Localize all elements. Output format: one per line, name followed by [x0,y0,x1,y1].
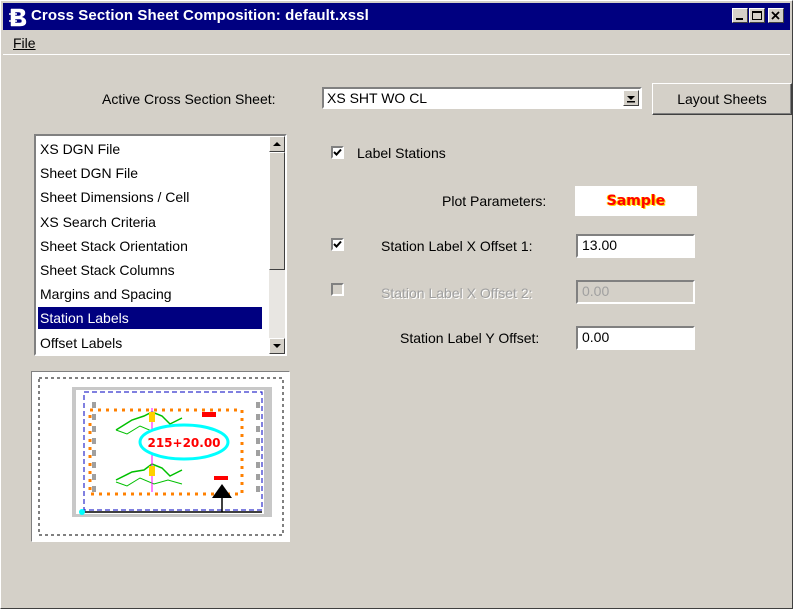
checkmark-icon [333,148,342,156]
dialog-window: Cross Section Sheet Composition: default… [0,0,793,609]
arrow-down-icon [273,344,281,348]
list-item[interactable]: XS Search Criteria [38,211,262,233]
list-item[interactable]: Sheet DGN File [38,162,262,184]
y-offset-label: Station Label Y Offset: [400,330,540,346]
list-item[interactable]: Station Labels [38,307,262,330]
plot-parameters-sample: Sample [606,193,666,209]
active-sheet-label: Active Cross Section Sheet: [102,91,276,107]
x-offset-2-checkbox[interactable] [331,283,344,296]
x-offset-1-input[interactable]: 13.00 [576,234,695,258]
maximize-button[interactable] [749,8,765,23]
preview-station-text: 215+20.00 [147,436,220,450]
list-item[interactable]: Offset Labels [38,332,262,354]
checkmark-icon [333,240,342,248]
maximize-icon [752,11,762,20]
active-sheet-value: XS SHT WO CL [327,90,428,106]
x-offset-1-label: Station Label X Offset 1: [381,238,533,254]
list-item[interactable]: XS DGN File [38,138,262,160]
list-item[interactable]: Sheet Stack Columns [38,259,262,281]
label-stations-checkbox[interactable] [331,146,344,159]
label-stations-label: Label Stations [357,145,446,161]
scroll-down-button[interactable] [269,338,285,354]
menu-bar: File [3,32,790,55]
list-item[interactable]: Margins and Spacing [38,283,262,305]
list-item[interactable]: Sheet Dimensions / Cell [38,186,262,208]
layout-sheets-button[interactable]: Layout Sheets [652,83,792,115]
close-icon [771,11,780,20]
title-bar[interactable]: Cross Section Sheet Composition: default… [3,3,790,30]
minimize-button[interactable] [732,8,748,23]
category-list[interactable]: XS DGN File Sheet DGN File Sheet Dimension… [34,134,287,356]
x-offset-2-label: Station Label X Offset 2: [381,285,533,301]
bentley-b-icon [9,8,27,27]
y-offset-input[interactable]: 0.00 [576,326,695,350]
menu-file[interactable]: File [13,35,36,51]
active-sheet-dropdown-button[interactable] [623,90,639,106]
scroll-up-button[interactable] [269,136,285,152]
minimize-icon [736,18,743,20]
plot-parameters-label: Plot Parameters: [442,193,547,209]
category-list-scrollbar[interactable] [269,136,285,354]
menu-file-label: File [13,35,36,51]
sheet-preview: 215+20.00 [31,371,290,542]
window-title: Cross Section Sheet Composition: default… [31,7,369,24]
plot-parameters-sample-button[interactable]: Sample [574,185,698,217]
sheet-preview-drawing: 215+20.00 [38,377,284,536]
list-item[interactable]: Sheet Stack Orientation [38,235,262,257]
x-offset-1-checkbox[interactable] [331,238,344,251]
scroll-thumb[interactable] [269,152,285,270]
x-offset-2-input[interactable]: 0.00 [576,280,695,304]
chevron-down-icon [627,96,635,103]
close-button[interactable] [768,8,784,23]
active-sheet-select[interactable]: XS SHT WO CL [322,87,642,109]
arrow-up-icon [273,142,281,146]
